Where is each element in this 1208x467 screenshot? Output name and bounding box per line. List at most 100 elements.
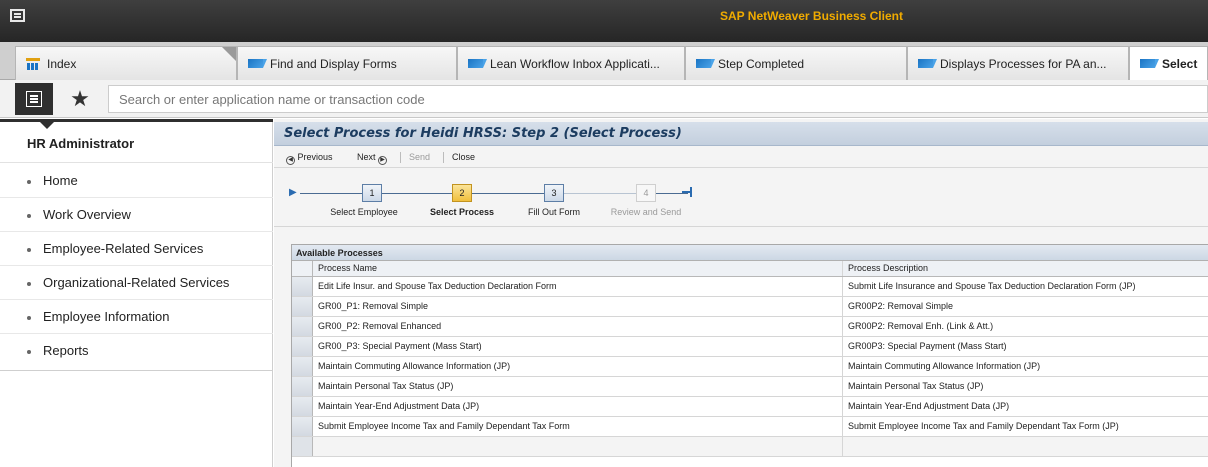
next-label: Next: [357, 152, 376, 162]
tab-label: Index: [47, 56, 77, 71]
menu-button[interactable]: [15, 83, 53, 115]
roadmap-connector: [656, 193, 688, 194]
previous-button[interactable]: ◀ Previous: [286, 152, 333, 165]
column-header-process-name[interactable]: Process Name: [313, 261, 843, 276]
sidebar-divider: [0, 370, 273, 371]
table-row[interactable]: GR00_P1: Removal Simple GR00P2: Removal …: [292, 297, 1208, 317]
roadmap-end-icon: [682, 187, 692, 197]
tab-index[interactable]: Index: [15, 46, 237, 80]
sidebar-item-organizational-related-services[interactable]: Organizational-Related Services: [0, 266, 273, 300]
tab-step-completed[interactable]: Step Completed: [685, 46, 907, 80]
roadmap: ▶ 1 2 3 4 Select Employee Select Process…: [274, 169, 1208, 227]
process-description-cell: Submit Employee Income Tax and Family De…: [848, 421, 1119, 431]
favorites-star-icon[interactable]: ★: [60, 83, 100, 115]
sidebar-item-label: Work Overview: [43, 207, 131, 222]
page-title: Select Process for Heidi HRSS: Step 2 (S…: [284, 126, 682, 141]
sidebar-item-label: Home: [43, 173, 78, 188]
tab-label: Displays Processes for PA an...: [940, 56, 1107, 71]
send-button[interactable]: Send: [409, 152, 430, 162]
tab-find-display-forms[interactable]: Find and Display Forms: [237, 46, 457, 80]
roadmap-step-2-label[interactable]: Select Process: [430, 207, 494, 217]
select-all-cell[interactable]: [292, 261, 313, 276]
bullet-icon: [27, 281, 31, 286]
toolbar: ◀ Previous Next ▶ Send Close: [274, 147, 1208, 168]
close-button[interactable]: Close: [452, 152, 475, 162]
sap-icon: [1140, 59, 1159, 68]
row-selector[interactable]: [292, 277, 313, 296]
empty-table-row: [292, 437, 1208, 457]
title-bar: SAP NetWeaver Business Client: [0, 0, 1208, 42]
search-input[interactable]: [108, 85, 1208, 113]
process-description-cell: Maintain Personal Tax Status (JP): [848, 381, 984, 391]
available-processes-table: Available Processes Process Name Process…: [291, 244, 1208, 467]
sap-icon: [918, 59, 937, 68]
sidebar-item-label: Organizational-Related Services: [43, 275, 230, 290]
row-selector: [292, 437, 313, 456]
empty-cell: [313, 437, 843, 456]
table-header-row: Process Name Process Description: [292, 261, 1208, 277]
table-row[interactable]: GR00_P2: Removal Enhanced GR00P2: Remova…: [292, 317, 1208, 337]
sidebar-item-label: Reports: [43, 343, 89, 358]
process-name-cell: Maintain Personal Tax Status (JP): [313, 377, 843, 396]
empty-cell: [843, 437, 1208, 456]
table-row[interactable]: Maintain Commuting Allowance Information…: [292, 357, 1208, 377]
toolbar-separator: [443, 152, 444, 163]
process-description-cell: GR00P2: Removal Enh. (Link & Att.): [848, 321, 994, 331]
window-menu-icon[interactable]: [10, 9, 25, 22]
row-selector[interactable]: [292, 317, 313, 336]
process-name-cell: GR00_P1: Removal Simple: [313, 297, 843, 316]
table-row[interactable]: Submit Employee Income Tax and Family De…: [292, 417, 1208, 437]
table-row[interactable]: Maintain Personal Tax Status (JP) Mainta…: [292, 377, 1208, 397]
process-description-cell: GR00P2: Removal Simple: [848, 301, 954, 311]
sap-icon: [468, 59, 487, 68]
sidebar-item-employee-related-services[interactable]: Employee-Related Services: [0, 232, 273, 266]
sidebar-item-label: Employee Information: [43, 309, 170, 324]
roadmap-step-1-label[interactable]: Select Employee: [330, 207, 398, 217]
bullet-icon: [27, 247, 31, 252]
tab-lean-workflow-inbox[interactable]: Lean Workflow Inbox Applicati...: [457, 46, 685, 80]
roadmap-step-3-label[interactable]: Fill Out Form: [528, 207, 580, 217]
row-selector[interactable]: [292, 397, 313, 416]
arrow-right-icon: ▶: [378, 156, 388, 165]
process-name-cell: Submit Employee Income Tax and Family De…: [313, 417, 843, 436]
row-selector[interactable]: [292, 297, 313, 316]
tab-select[interactable]: Select: [1129, 46, 1208, 80]
next-button[interactable]: Next ▶: [357, 152, 388, 165]
roadmap-step-3[interactable]: 3: [544, 184, 564, 202]
bullet-icon: [27, 315, 31, 320]
table-row[interactable]: GR00_P3: Special Payment (Mass Start) GR…: [292, 337, 1208, 357]
sidebar-item-reports[interactable]: Reports: [0, 334, 273, 368]
tab-label: Find and Display Forms: [270, 56, 397, 71]
column-header-process-description[interactable]: Process Description: [843, 261, 1208, 276]
process-name-cell: Maintain Year-End Adjustment Data (JP): [313, 397, 843, 416]
index-icon: [26, 57, 40, 70]
process-description-cell: Maintain Commuting Allowance Information…: [848, 361, 1041, 371]
sidebar-title: HR Administrator: [0, 125, 273, 163]
tab-displays-processes[interactable]: Displays Processes for PA an...: [907, 46, 1129, 80]
row-selector[interactable]: [292, 377, 313, 396]
roadmap-step-2[interactable]: 2: [452, 184, 472, 202]
tab-label: Lean Workflow Inbox Applicati...: [490, 56, 660, 71]
row-selector[interactable]: [292, 357, 313, 376]
app-title: SAP NetWeaver Business Client: [720, 9, 903, 23]
process-name-cell: GR00_P3: Special Payment (Mass Start): [313, 337, 843, 356]
bullet-icon: [27, 349, 31, 354]
process-name-cell: Edit Life Insur. and Spouse Tax Deductio…: [313, 277, 843, 296]
row-selector[interactable]: [292, 337, 313, 356]
process-description-cell: GR00P3: Special Payment (Mass Start): [848, 341, 1007, 351]
sidebar-item-home[interactable]: Home: [0, 164, 273, 198]
sidebar-item-employee-information[interactable]: Employee Information: [0, 300, 273, 334]
roadmap-connector: [300, 193, 362, 194]
sap-icon: [248, 59, 267, 68]
toolbar-separator: [400, 152, 401, 163]
roadmap-start-icon: ▶: [289, 187, 297, 198]
table-row[interactable]: Edit Life Insur. and Spouse Tax Deductio…: [292, 277, 1208, 297]
row-selector[interactable]: [292, 417, 313, 436]
table-row[interactable]: Maintain Year-End Adjustment Data (JP) M…: [292, 397, 1208, 417]
tab-label: Step Completed: [718, 56, 805, 71]
roadmap-step-1[interactable]: 1: [362, 184, 382, 202]
bullet-icon: [27, 179, 31, 184]
tab-label: Select: [1162, 56, 1198, 71]
sidebar-item-work-overview[interactable]: Work Overview: [0, 198, 273, 232]
process-description-cell: Submit Life Insurance and Spouse Tax Ded…: [848, 281, 1136, 291]
